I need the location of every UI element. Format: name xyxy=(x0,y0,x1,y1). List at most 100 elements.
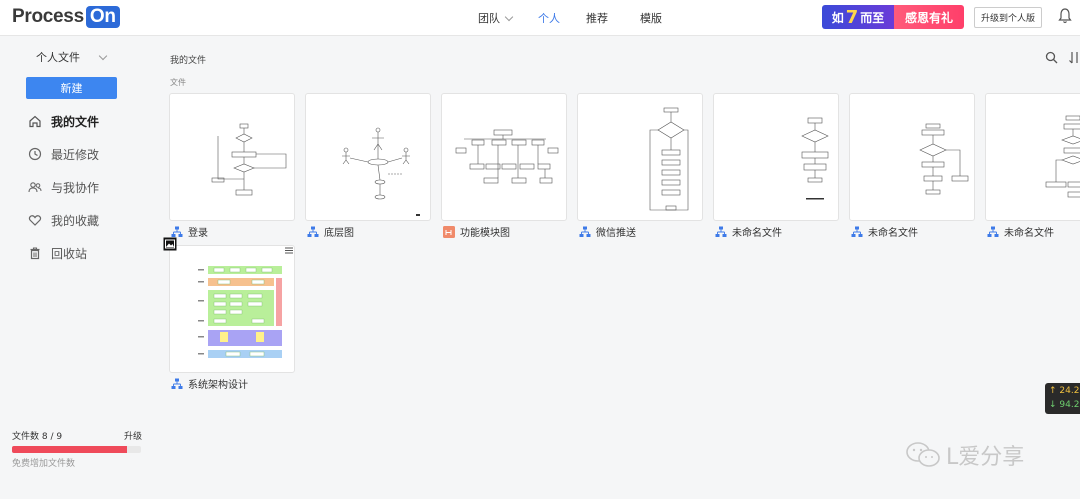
sidebar-item-favorites[interactable]: 我的收藏 xyxy=(28,212,99,228)
file-card[interactable]: 系统架构设计 xyxy=(169,245,295,391)
image-icon[interactable] xyxy=(163,237,177,251)
clock-icon xyxy=(28,147,42,161)
top-bar: Process On 团队 个人 推荐 模版 如 7 而至 感恩有礼 升级到个人… xyxy=(0,0,1080,36)
file-name: 系统架构设计 xyxy=(188,380,248,391)
users-icon xyxy=(28,182,42,193)
diagram-preview xyxy=(801,117,829,200)
quota-hint[interactable]: 免费增加文件数 xyxy=(12,456,142,469)
flowchart-icon xyxy=(579,226,591,237)
flowchart-icon xyxy=(987,226,999,237)
file-caption: 功能模块图 xyxy=(443,224,510,239)
file-caption: 未命名文件 xyxy=(851,224,918,239)
sidebar-item-recent[interactable]: 最近修改 xyxy=(28,146,99,162)
quota-progress-bar xyxy=(12,446,141,453)
nav-team-label: 团队 xyxy=(478,11,500,25)
file-card[interactable]: 功能模块图 xyxy=(441,93,567,239)
file-thumbnail xyxy=(577,93,703,221)
promo-suffix: 而至 xyxy=(860,10,885,25)
file-quota: 文件数 8 / 9 升级 免费增加文件数 xyxy=(12,429,142,469)
file-name: 未命名文件 xyxy=(732,228,782,239)
wechat-icon xyxy=(906,442,940,467)
file-name: 功能模块图 xyxy=(460,228,510,239)
quota-upgrade-link[interactable]: 升级 xyxy=(124,429,142,442)
search-icon[interactable] xyxy=(1045,51,1058,64)
bell-icon[interactable] xyxy=(1058,8,1072,24)
promo-right: 感恩有礼 xyxy=(894,5,964,29)
heart-icon xyxy=(28,215,42,226)
diagram-preview xyxy=(919,123,969,195)
flowchart-icon xyxy=(851,226,863,237)
new-button[interactable]: 新建 xyxy=(26,77,117,99)
nav-recommend[interactable]: 推荐 xyxy=(586,10,608,26)
sidebar-item-shared[interactable]: 与我协作 xyxy=(28,179,99,195)
breadcrumb: 我的文件 xyxy=(170,56,207,66)
promo-prefix: 如 xyxy=(831,10,844,25)
watermark-text: L爱分享 xyxy=(946,445,1025,470)
file-caption: 底层图 xyxy=(307,224,354,239)
file-scope-selector[interactable]: 个人文件 xyxy=(36,49,107,65)
diagram-preview xyxy=(211,123,287,196)
diagram-preview xyxy=(455,129,559,184)
diagram-preview xyxy=(342,127,420,216)
file-card[interactable]: 登录 xyxy=(169,93,295,239)
file-name: 未命名文件 xyxy=(868,228,918,239)
file-card[interactable]: 未命名文件 xyxy=(985,93,1080,239)
flowchart-icon xyxy=(307,226,319,237)
file-name: 登录 xyxy=(188,228,208,239)
file-name: 微信推送 xyxy=(596,228,636,239)
sidebar-item-my-files[interactable]: 我的文件 xyxy=(28,113,99,129)
logo-badge: On xyxy=(85,6,120,28)
nav-templates[interactable]: 模版 xyxy=(640,10,662,26)
section-label: 文件 xyxy=(170,78,186,87)
network-speed-widget: ↑ 24.2 ↓ 94.2 xyxy=(1045,383,1080,414)
file-card[interactable]: 微信推送 xyxy=(577,93,703,239)
file-thumbnail xyxy=(169,245,295,373)
promo-left: 如 7 而至 xyxy=(822,5,894,29)
file-caption: 未命名文件 xyxy=(987,224,1054,239)
file-thumbnail xyxy=(305,93,431,221)
diagram-preview xyxy=(198,266,282,358)
sidebar-item-label: 回收站 xyxy=(51,246,88,261)
sidebar-item-label: 我的收藏 xyxy=(51,213,100,228)
flowchart-icon xyxy=(715,226,727,237)
file-scope-label: 个人文件 xyxy=(36,51,80,64)
upgrade-button[interactable]: 升级到个人版 xyxy=(974,7,1042,28)
file-thumbnail xyxy=(169,93,295,221)
trash-icon xyxy=(30,247,40,260)
flowchart-icon xyxy=(171,226,183,237)
upload-speed: ↑ 24.2 xyxy=(1049,386,1080,396)
file-thumbnail xyxy=(713,93,839,221)
promo-number: 7 xyxy=(845,6,859,28)
menu-icon[interactable] xyxy=(283,245,295,256)
file-card[interactable]: 未命名文件 xyxy=(713,93,839,239)
download-speed: ↓ 94.2 xyxy=(1049,400,1080,410)
nav-team[interactable]: 团队 xyxy=(478,10,514,26)
home-icon xyxy=(29,115,41,128)
watermark: L爱分享 xyxy=(905,439,1024,471)
sort-icon[interactable] xyxy=(1068,51,1080,64)
file-caption: 未命名文件 xyxy=(715,224,782,239)
chevron-down-icon xyxy=(504,12,514,21)
file-name: 未命名文件 xyxy=(1004,228,1054,239)
file-name: 底层图 xyxy=(324,228,354,239)
sidebar-item-trash[interactable]: 回收站 xyxy=(28,245,87,261)
file-thumbnail xyxy=(441,93,567,221)
file-thumbnail xyxy=(849,93,975,221)
file-thumbnail xyxy=(985,93,1080,221)
sidebar-item-label: 最近修改 xyxy=(51,147,100,162)
sidebar: 个人文件 新建 我的文件 最近修改 与我协作 我的收藏 回收站 文件数 8 / … xyxy=(0,36,155,499)
file-caption: 系统架构设计 xyxy=(171,376,248,391)
file-card[interactable]: 底层图 xyxy=(305,93,431,239)
processon-logo[interactable]: Process On xyxy=(12,5,120,29)
nav-personal[interactable]: 个人 xyxy=(538,10,560,26)
chevron-down-icon xyxy=(98,51,107,61)
file-caption: 微信推送 xyxy=(579,224,636,239)
file-card[interactable]: 未命名文件 xyxy=(849,93,975,239)
mindmap-icon xyxy=(443,225,455,238)
flowchart-icon xyxy=(171,378,183,389)
sidebar-item-label: 我的文件 xyxy=(51,114,100,129)
diagram-preview xyxy=(1045,115,1080,198)
promo-banner[interactable]: 如 7 而至 感恩有礼 xyxy=(822,5,964,29)
diagram-preview xyxy=(649,107,689,211)
logo-text: Process xyxy=(12,6,84,27)
